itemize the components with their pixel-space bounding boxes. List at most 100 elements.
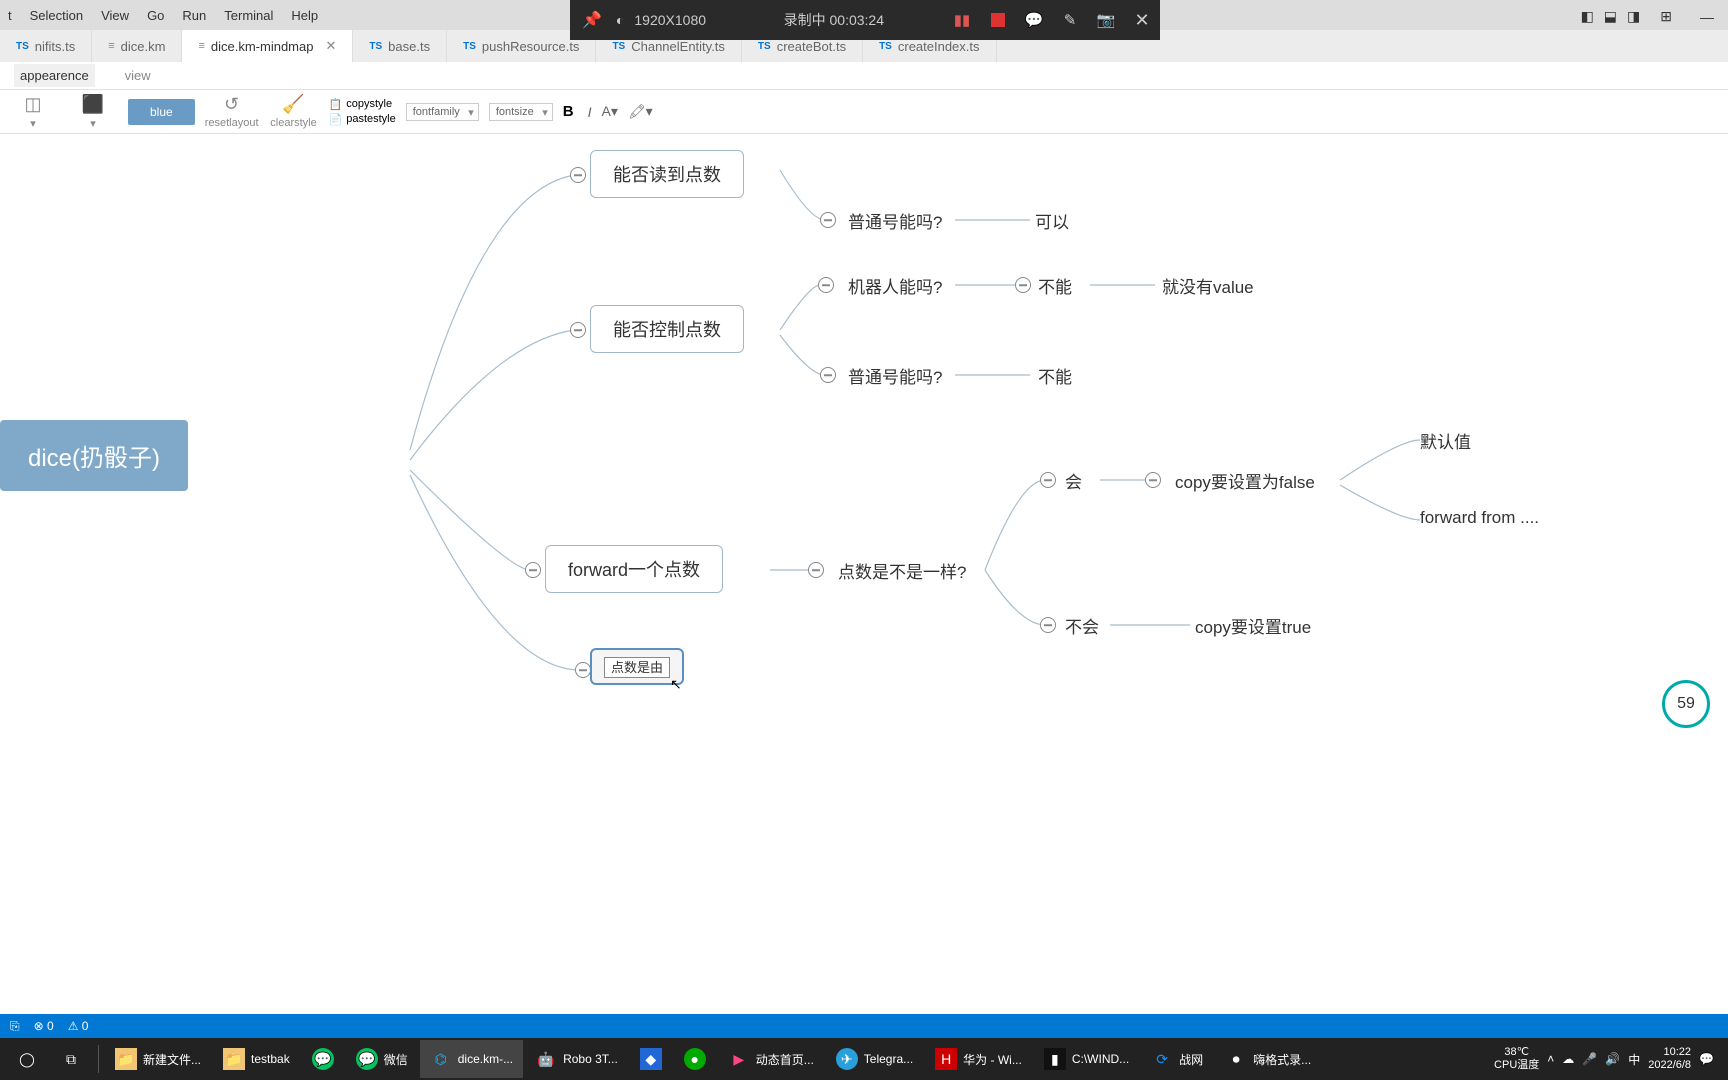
collapse-handle[interactable] — [808, 562, 824, 578]
copystyle-button[interactable]: copystyle — [346, 98, 392, 110]
collapse-handle[interactable] — [1040, 472, 1056, 488]
subtab-view[interactable]: view — [119, 64, 157, 87]
pastestyle-button[interactable]: pastestyle — [346, 113, 396, 125]
menu-t[interactable]: t — [8, 8, 12, 23]
start-button[interactable]: ◯ — [6, 1040, 48, 1078]
bold-button[interactable]: B — [563, 103, 574, 120]
camera-icon[interactable]: 📷 — [1088, 0, 1124, 40]
task-app1[interactable]: ◆ — [630, 1040, 672, 1078]
task-wechat[interactable]: 💬微信 — [346, 1040, 418, 1078]
tab-base[interactable]: TSbase.ts — [353, 30, 447, 62]
node-read-points[interactable]: 能否读到点数 — [590, 150, 744, 198]
tray-ime-icon[interactable]: 中 — [1628, 1051, 1640, 1068]
mindmap-toolbar: ◫▾ ⬛▾ blue ↺resetlayout 🧹clearstyle 📋cop… — [0, 90, 1728, 134]
leaf-b1c[interactable]: forward from .... — [1420, 508, 1539, 528]
node-edit-input[interactable]: 点数是由 — [604, 657, 670, 678]
tab-dicekm-mindmap[interactable]: ≡dice.km-mindmap✕ — [182, 30, 353, 62]
menu-selection[interactable]: Selection — [30, 8, 83, 23]
style-dropdown[interactable]: ⬛▾ — [68, 94, 118, 130]
pin-icon[interactable]: 📌 — [582, 10, 602, 30]
task-cmd[interactable]: ▮C:\WIND... — [1034, 1040, 1139, 1078]
task-battlenet[interactable]: ⟳战网 — [1141, 1040, 1213, 1078]
layout-grid-icon[interactable]: ⊞ — [1660, 8, 1672, 25]
collapse-handle[interactable] — [570, 322, 586, 338]
leaf-a2[interactable]: 不能 — [1038, 273, 1072, 298]
layout-bottom-icon[interactable]: ⬓ — [1604, 8, 1617, 25]
collapse-handle[interactable] — [818, 277, 834, 293]
fontfamily-select[interactable]: fontfamily — [406, 103, 479, 121]
collapse-handle[interactable] — [525, 562, 541, 578]
tab-nifits[interactable]: TSnifits.ts — [0, 30, 92, 62]
menu-view[interactable]: View — [101, 8, 129, 23]
theme-dropdown[interactable]: ◫▾ — [8, 94, 58, 130]
tab-dicekm[interactable]: ≡dice.km — [92, 30, 182, 62]
leaf-a1[interactable]: 可以 — [1035, 208, 1069, 233]
leaf-b1[interactable]: 会 — [1065, 468, 1082, 493]
notifications-icon[interactable]: 💬 — [1699, 1052, 1714, 1066]
blue-theme-button[interactable]: blue — [128, 99, 195, 125]
task-robo3t[interactable]: 🤖Robo 3T... — [525, 1040, 628, 1078]
clock[interactable]: 10:222022/6/8 — [1648, 1046, 1691, 1072]
leaf-a2b[interactable]: 就没有value — [1162, 273, 1254, 298]
tray-speaker-icon[interactable]: 🔊 — [1605, 1052, 1620, 1066]
contrast-icon[interactable]: ◐ — [616, 12, 624, 28]
clearstyle-button[interactable]: 🧹clearstyle — [269, 94, 319, 129]
taskview-button[interactable]: ⧉ — [50, 1040, 92, 1078]
leaf-q3[interactable]: 普通号能吗? — [848, 363, 942, 388]
stop-button[interactable] — [980, 0, 1016, 40]
errors-count[interactable]: ⊗ 0 — [34, 1019, 54, 1033]
bgcolor-button[interactable]: 🖍▾ — [628, 103, 653, 120]
leaf-a3[interactable]: 不能 — [1038, 363, 1072, 388]
remote-icon[interactable]: ⎘ — [10, 1019, 20, 1034]
leaf-b1a[interactable]: copy要设置为false — [1175, 468, 1315, 493]
menu-run[interactable]: Run — [182, 8, 206, 23]
tray-cloud-icon[interactable]: ☁ — [1562, 1052, 1574, 1066]
leaf-q2[interactable]: 机器人能吗? — [848, 273, 942, 298]
collapse-handle[interactable] — [570, 167, 586, 183]
layout-left-icon[interactable]: ◧ — [1581, 8, 1594, 25]
collapse-handle[interactable] — [820, 212, 836, 228]
task-folder2[interactable]: 📁testbak — [213, 1040, 300, 1078]
collapse-handle[interactable] — [1015, 277, 1031, 293]
collapse-handle[interactable] — [575, 662, 591, 678]
leaf-b2a[interactable]: copy要设置true — [1195, 613, 1311, 638]
collapse-handle[interactable] — [1145, 472, 1161, 488]
italic-button[interactable]: I — [588, 104, 592, 120]
cpu-temp[interactable]: 38℃CPU温度 — [1494, 1046, 1539, 1072]
collapse-handle[interactable] — [1040, 617, 1056, 633]
menu-terminal[interactable]: Terminal — [224, 8, 273, 23]
leaf-q1[interactable]: 普通号能吗? — [848, 208, 942, 233]
close-icon[interactable]: ✕ — [325, 38, 336, 54]
node-control-points[interactable]: 能否控制点数 — [590, 305, 744, 353]
task-wechat-icon[interactable]: 💬 — [302, 1040, 344, 1078]
task-recorder[interactable]: ⏺嗨格式录... — [1215, 1040, 1321, 1078]
mindmap-canvas[interactable]: dice(扔骰子) 能否读到点数 能否控制点数 forward一个点数 点数是由… — [0, 150, 1728, 1030]
root-node[interactable]: dice(扔骰子) — [0, 420, 188, 491]
pencil-icon[interactable]: ✎ — [1052, 0, 1088, 40]
fontsize-select[interactable]: fontsize — [489, 103, 553, 121]
leaf-b1b[interactable]: 默认值 — [1420, 428, 1471, 453]
close-rec-button[interactable]: ✕ — [1124, 0, 1160, 40]
task-browser[interactable]: ▶动态首页... — [718, 1040, 824, 1078]
leaf-q4[interactable]: 点数是不是一样? — [838, 558, 966, 583]
annotate-icon[interactable]: 💬 — [1016, 0, 1052, 40]
node-forward[interactable]: forward一个点数 — [545, 545, 723, 593]
tray-mic-icon[interactable]: 🎤 — [1582, 1052, 1597, 1066]
layout-right-icon[interactable]: ◨ — [1627, 8, 1640, 25]
subtab-appearence[interactable]: appearence — [14, 64, 95, 87]
tray-up-icon[interactable]: ˄ — [1547, 1052, 1554, 1066]
minimize-icon[interactable]: — — [1700, 9, 1714, 25]
leaf-b2[interactable]: 不会 — [1065, 613, 1099, 638]
resetlayout-button[interactable]: ↺resetlayout — [205, 94, 259, 129]
menu-help[interactable]: Help — [291, 8, 318, 23]
task-telegram[interactable]: ✈Telegra... — [826, 1040, 923, 1078]
task-huawei[interactable]: H华为 - Wi... — [925, 1040, 1032, 1078]
pause-button[interactable]: ▮▮ — [944, 0, 980, 40]
menu-go[interactable]: Go — [147, 8, 164, 23]
task-app2[interactable]: ● — [674, 1040, 716, 1078]
fontcolor-button[interactable]: A▾ — [601, 103, 617, 120]
collapse-handle[interactable] — [820, 367, 836, 383]
warnings-count[interactable]: ⚠ 0 — [68, 1019, 89, 1033]
task-folder1[interactable]: 📁新建文件... — [105, 1040, 211, 1078]
task-vscode[interactable]: ⌬dice.km-... — [420, 1040, 523, 1078]
